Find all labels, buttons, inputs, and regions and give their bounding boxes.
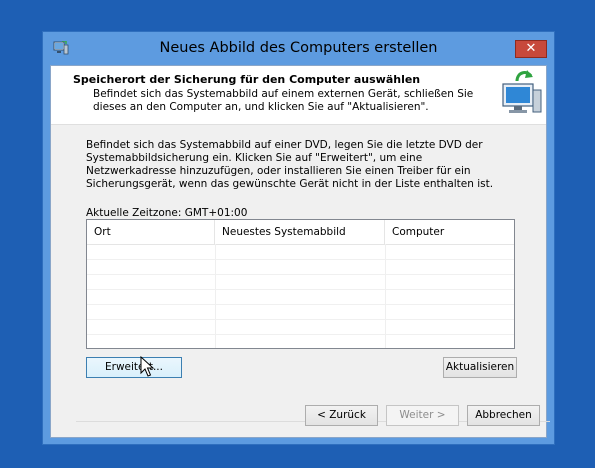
close-button[interactable]: ✕ [515,40,547,58]
back-button[interactable]: < Zurück [305,405,378,426]
header-title: Speicherort der Sicherung für den Comput… [73,73,421,86]
instructions-text: Befindet sich das Systemabbild auf einer… [86,139,494,190]
list-row [87,274,514,290]
header-description: Befindet sich das Systemabbild auf einem… [93,88,474,113]
column-header-computer[interactable]: Computer [385,220,514,244]
list-row [87,259,514,275]
window-title: Neues Abbild des Computers erstellen [159,40,438,56]
column-header-latest-image[interactable]: Neuestes Systemabbild [215,220,385,244]
title-bar[interactable]: Neues Abbild des Computers erstellen ✕ [43,32,554,65]
list-row [87,304,514,320]
wizard-header: Speicherort der Sicherung für den Comput… [51,66,546,125]
cancel-button[interactable]: Abbrechen [467,405,540,426]
column-header-location[interactable]: Ort [87,220,215,244]
backup-location-list[interactable]: Ort Neuestes Systemabbild Computer [86,219,515,349]
wizard-window: Neues Abbild des Computers erstellen ✕ S… [42,31,555,445]
next-button[interactable]: Weiter > [386,405,459,426]
list-row [87,289,514,305]
list-header: Ort Neuestes Systemabbild Computer [87,220,514,245]
list-row [87,244,514,260]
mouse-pointer-icon [140,356,155,377]
computer-restore-icon [502,70,542,113]
list-row [87,319,514,335]
timezone-label: Aktuelle Zeitzone: GMT+01:00 [86,207,248,219]
dialog-client-area: Speicherort der Sicherung für den Comput… [50,65,550,438]
advanced-button[interactable]: Erweitert... [86,357,182,378]
refresh-button[interactable]: Aktualisieren [443,357,517,378]
